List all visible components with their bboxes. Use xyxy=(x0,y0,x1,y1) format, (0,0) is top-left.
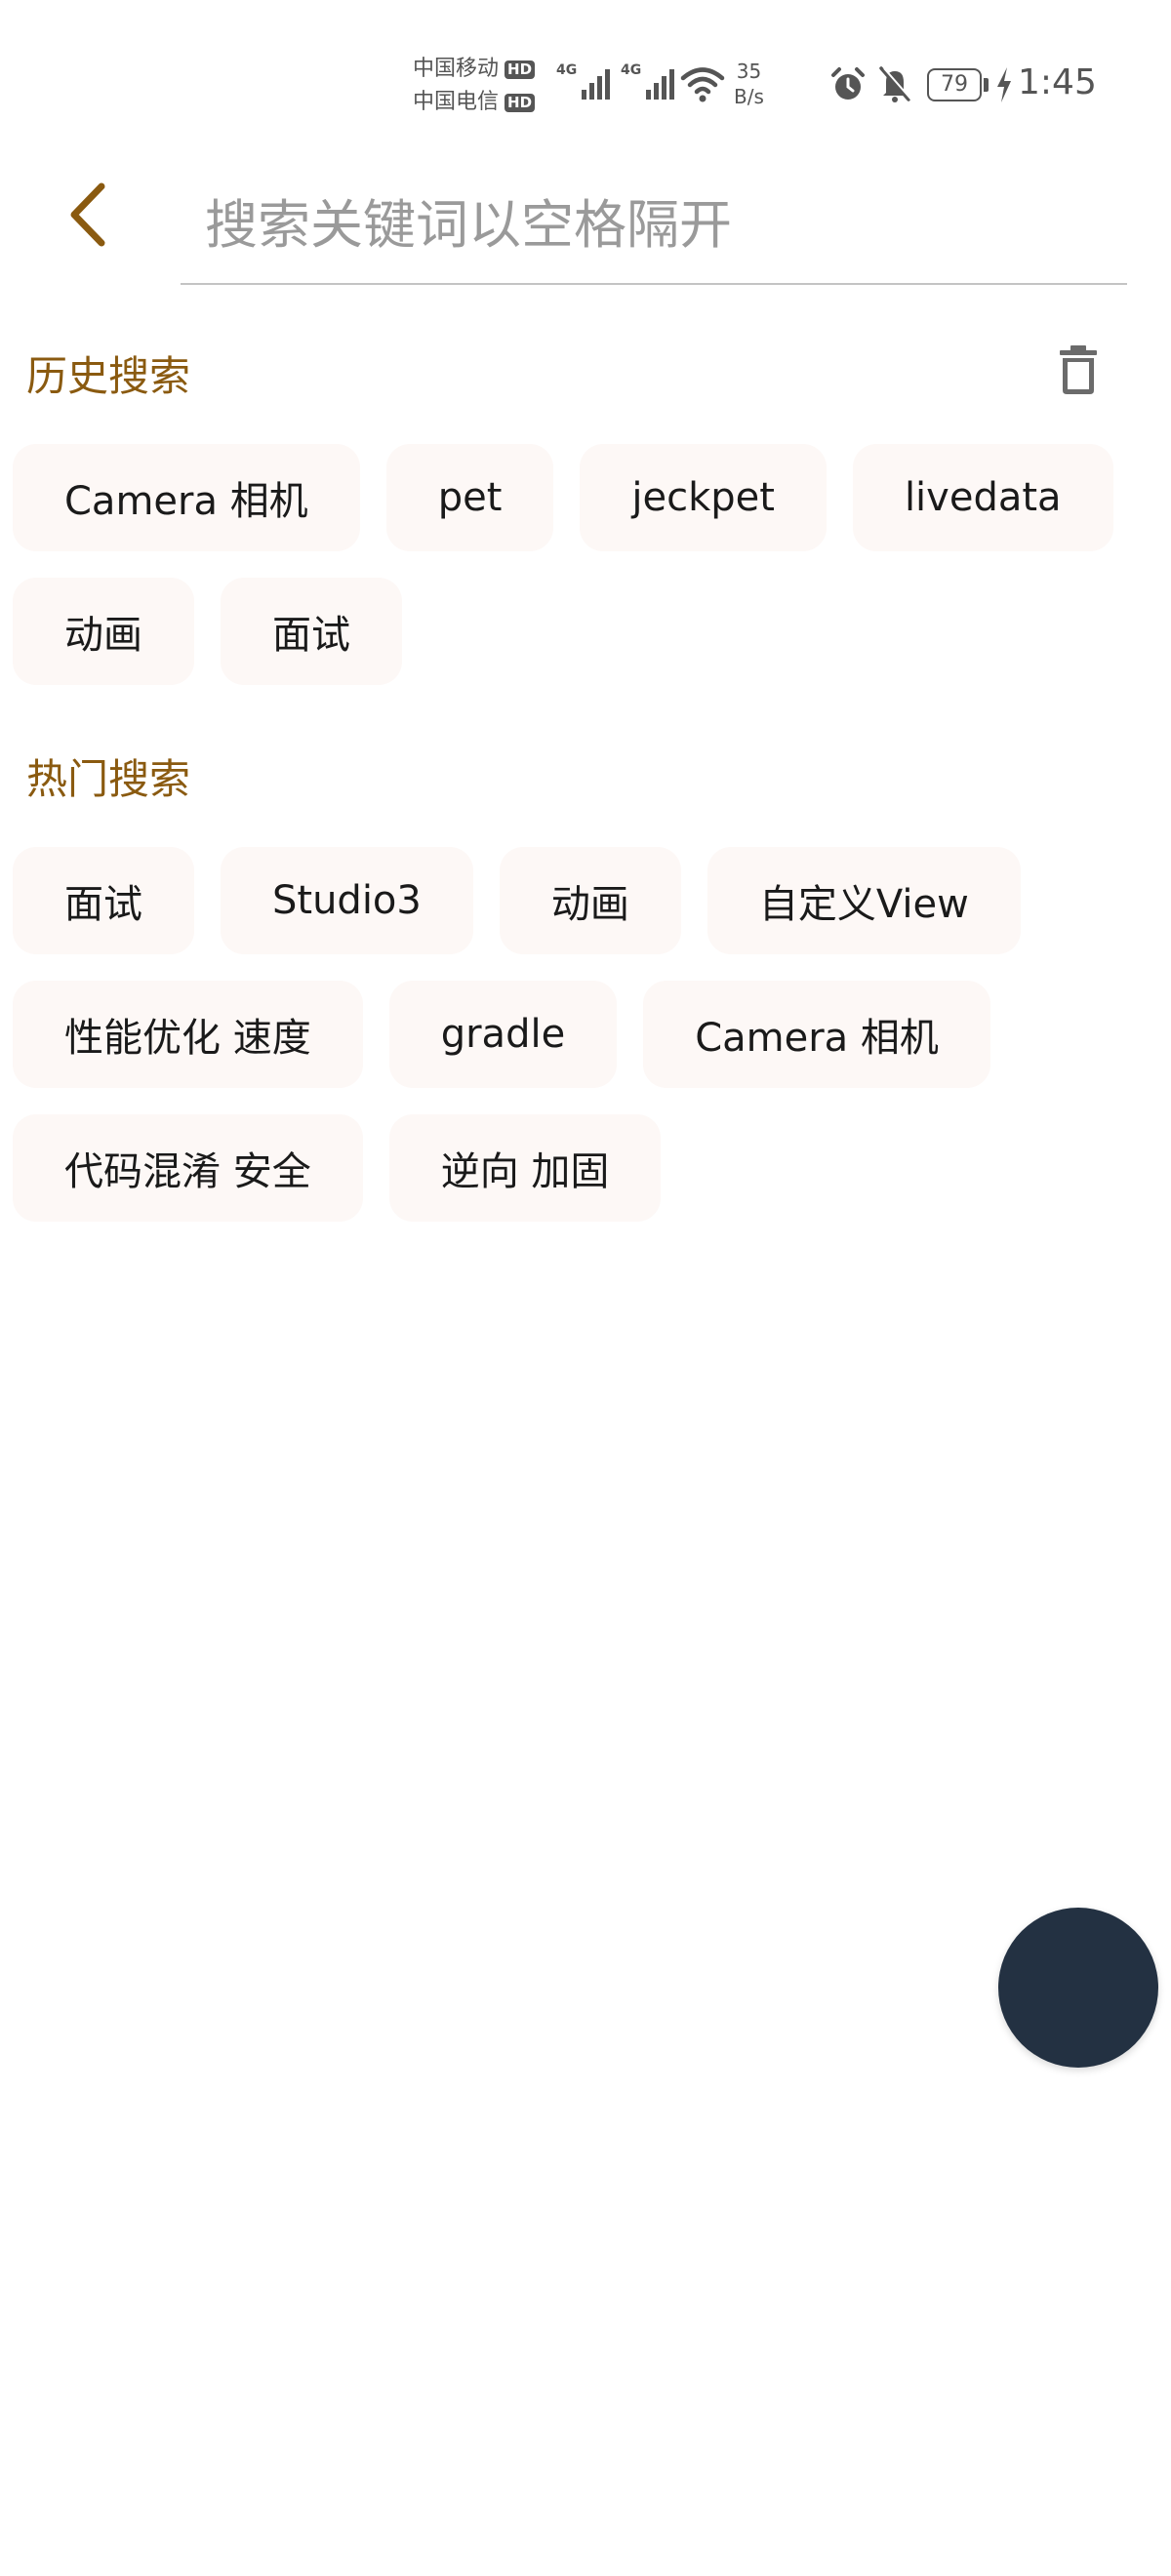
hot-chip-list: 面试 Studio3 动画 自定义View 性能优化 速度 gradle Camera 相机… xyxy=(13,847,1135,1222)
back-button[interactable] xyxy=(59,176,117,254)
network-type-label: 4G xyxy=(556,62,578,78)
chevron-left-icon xyxy=(70,182,105,247)
search-page: 中国移动 HD 中国电信 HD 4G 4G 35 B/s 79 1:45 搜索关… xyxy=(0,0,1171,2576)
hot-chip[interactable]: 性能优化 速度 xyxy=(13,981,363,1088)
hot-section-title: 热门搜索 xyxy=(26,755,191,803)
hot-chip[interactable]: 逆向 加固 xyxy=(388,1114,662,1222)
carrier-info: 中国移动 HD 中国电信 HD xyxy=(413,53,536,119)
battery-tip xyxy=(984,78,989,92)
history-chip[interactable]: 动画 xyxy=(13,578,194,685)
hot-chip[interactable]: 自定义View xyxy=(707,847,1021,954)
hd-badge: HD xyxy=(505,93,536,112)
battery-level: 79 xyxy=(927,68,982,101)
search-input[interactable] xyxy=(181,166,1127,285)
history-chip[interactable]: livedata xyxy=(852,444,1113,551)
network-speed-unit: B/s xyxy=(734,85,764,108)
network-speed: 35 B/s xyxy=(734,59,764,109)
carrier-1-label: 中国移动 xyxy=(413,57,500,81)
hot-chip[interactable]: 动画 xyxy=(499,847,681,954)
charging-icon xyxy=(997,67,1011,102)
hot-chip[interactable]: 代码混淆 安全 xyxy=(13,1114,363,1222)
clear-history-button[interactable] xyxy=(1049,340,1108,400)
wifi-icon xyxy=(680,67,725,102)
history-chip[interactable]: jeckpet xyxy=(580,444,827,551)
clock: 1:45 xyxy=(1018,62,1097,102)
history-chip[interactable]: Camera 相机 xyxy=(13,444,360,551)
signal-2-icon: 4G xyxy=(621,62,675,100)
trash-icon xyxy=(1060,345,1097,394)
signal-1-icon: 4G xyxy=(556,62,611,100)
history-chip[interactable]: 面试 xyxy=(221,578,402,685)
alarm-icon xyxy=(831,67,865,100)
carrier-2-label: 中国电信 xyxy=(413,90,500,114)
hot-chip[interactable]: Studio3 xyxy=(221,847,473,954)
floating-action-button[interactable] xyxy=(998,1908,1158,2068)
hd-badge: HD xyxy=(505,60,536,79)
hot-chip[interactable]: gradle xyxy=(388,981,618,1088)
history-chip-list: Camera 相机 pet jeckpet livedata 动画 面试 xyxy=(13,444,1135,685)
bell-muted-icon xyxy=(879,66,912,102)
hot-chip[interactable]: 面试 xyxy=(13,847,194,954)
network-type-label: 4G xyxy=(621,62,642,78)
history-chip[interactable]: pet xyxy=(385,444,554,551)
hot-chip[interactable]: Camera 相机 xyxy=(643,981,990,1088)
history-section-title: 历史搜索 xyxy=(26,352,191,400)
status-bar: 中国移动 HD 中国电信 HD 4G 4G 35 B/s 79 1:45 xyxy=(0,0,1171,146)
network-speed-value: 35 xyxy=(736,60,762,83)
